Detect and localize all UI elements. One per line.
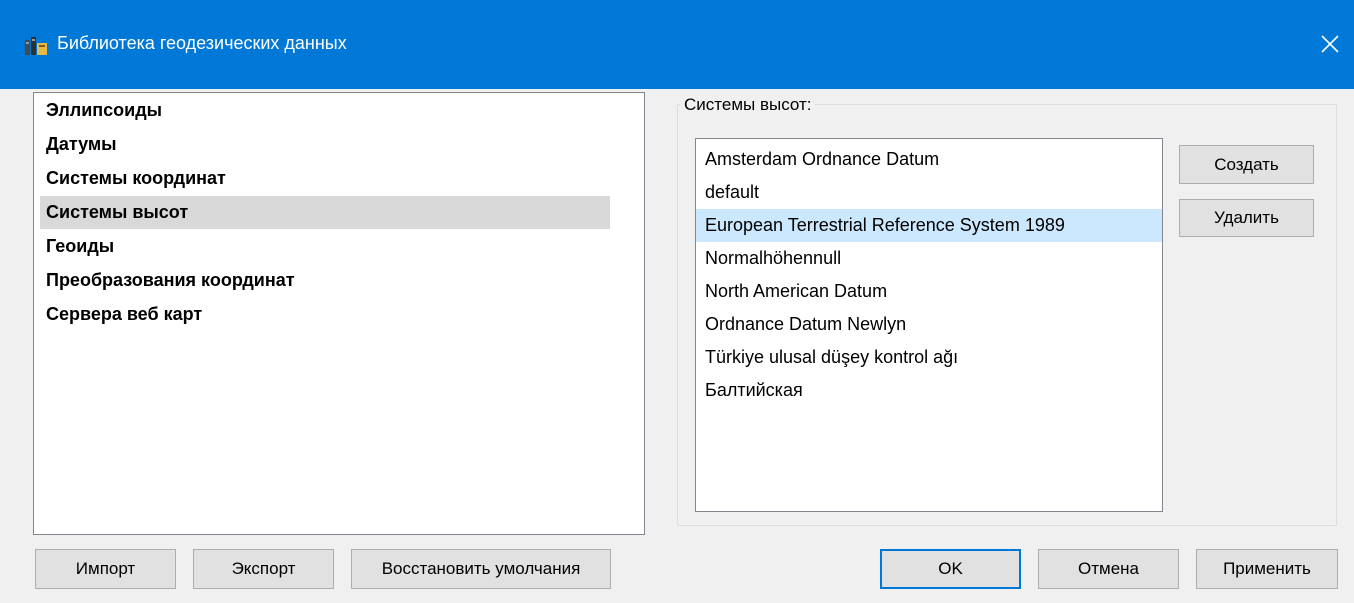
create-button[interactable]: Создать [1179, 145, 1314, 184]
restore-defaults-button[interactable]: Восстановить умолчания [351, 549, 611, 589]
nav-item-datums[interactable]: Датумы [40, 128, 610, 161]
nav-item-geoids[interactable]: Геоиды [40, 230, 610, 263]
list-item[interactable]: Amsterdam Ordnance Datum [696, 143, 1162, 176]
group-title: Системы высот: [680, 95, 816, 115]
nav-item-web-map-servers[interactable]: Сервера веб карт [40, 298, 610, 331]
nav-item-ellipsoids[interactable]: Эллипсоиды [40, 94, 610, 127]
close-button[interactable] [1312, 26, 1348, 62]
delete-button[interactable]: Удалить [1179, 199, 1314, 237]
title-bar: Библиотека геодезических данных [0, 0, 1354, 89]
list-item[interactable]: Балтийская [696, 374, 1162, 407]
ok-button[interactable]: OK [880, 549, 1021, 589]
cancel-button[interactable]: Отмена [1038, 549, 1179, 589]
books-icon [25, 35, 47, 55]
window-title: Библиотека геодезических данных [57, 33, 347, 53]
import-button[interactable]: Импорт [35, 549, 176, 589]
nav-item-coordinate-systems[interactable]: Системы координат [40, 162, 610, 195]
close-icon [1321, 35, 1339, 53]
height-systems-list[interactable]: Amsterdam Ordnance Datum default Europea… [695, 138, 1163, 512]
list-item[interactable]: Ordnance Datum Newlyn [696, 308, 1162, 341]
nav-item-coordinate-transformations[interactable]: Преобразования координат [40, 264, 610, 297]
export-button[interactable]: Экспорт [193, 549, 334, 589]
list-item[interactable]: Normalhöhennull [696, 242, 1162, 275]
list-item-selected[interactable]: European Terrestrial Reference System 19… [696, 209, 1162, 242]
list-item[interactable]: Türkiye ulusal düşey kontrol ağı [696, 341, 1162, 374]
apply-button[interactable]: Применить [1196, 549, 1338, 589]
nav-item-height-systems[interactable]: Системы высот [40, 196, 610, 229]
list-item[interactable]: default [696, 176, 1162, 209]
list-item[interactable]: North American Datum [696, 275, 1162, 308]
